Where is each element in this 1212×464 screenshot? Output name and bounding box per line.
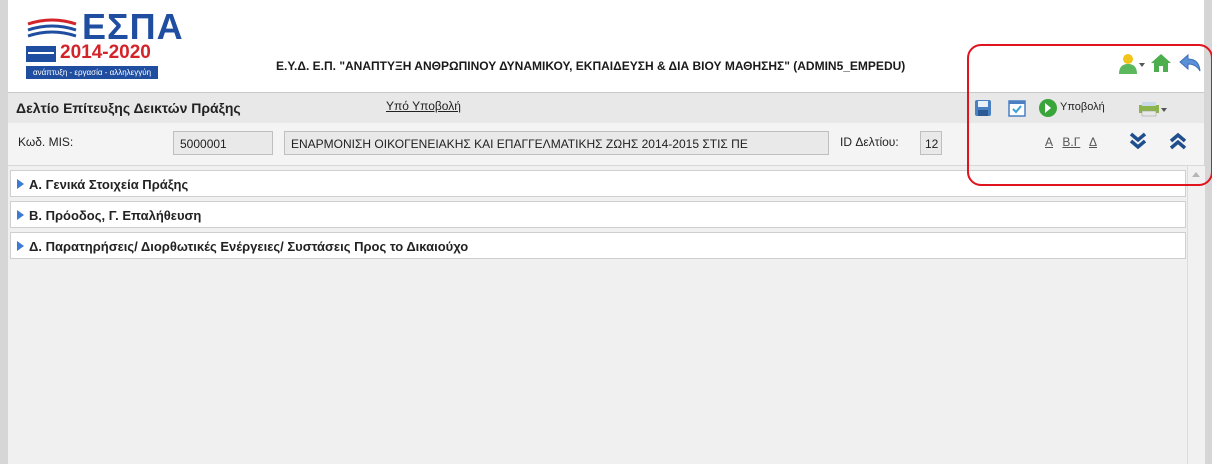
- status-link[interactable]: Υπό Υποβολή: [386, 99, 461, 113]
- project-title-field[interactable]: ΕΝΑΡΜΟΝΙΣΗ ΟΙΚΟΓΕΝΕΙΑΚΗΣ ΚΑΙ ΕΠΑΓΓΕΛΜΑΤΙ…: [284, 131, 829, 155]
- mis-label: Κωδ. MIS:: [18, 135, 74, 149]
- espa-logo: ΕΣΠΑ 2014-2020 ανάπτυξη - εργασία - αλλη…: [24, 6, 183, 86]
- expand-arrow-icon: [17, 179, 24, 189]
- mis-field[interactable]: 5000001: [173, 131, 273, 155]
- logo-tagline: ανάπτυξη - εργασία - αλληλεγγύη: [26, 66, 158, 79]
- program-title: Ε.Υ.Δ. Ε.Π. "ΑΝΑΠΤΥΞΗ ΑΝΘΡΩΠΙΝΟΥ ΔΥΝΑΜΙΚ…: [276, 59, 906, 73]
- expand-arrow-icon: [17, 241, 24, 251]
- left-border: [0, 0, 8, 464]
- section-d-header[interactable]: Δ. Παρατηρήσεις/ Διορθωτικές Ενέργειες/ …: [10, 232, 1186, 259]
- vertical-scrollbar[interactable]: [1187, 166, 1205, 464]
- page-title: Δελτίο Επίτευξης Δεικτών Πράξης: [16, 100, 241, 116]
- eu-flag-icon: [26, 46, 56, 62]
- logo-years: 2014-2020: [60, 42, 151, 63]
- id-label: ID Δελτίου:: [840, 135, 899, 149]
- section-title: Α. Γενικά Στοιχεία Πράξης: [29, 177, 189, 192]
- highlight-annotation: [967, 44, 1212, 186]
- content-area: Α. Γενικά Στοιχεία Πράξης Β. Πρόοδος, Γ.…: [8, 166, 1205, 464]
- section-title: Β. Πρόοδος, Γ. Επαλήθευση: [29, 208, 202, 223]
- expand-arrow-icon: [17, 210, 24, 220]
- section-bg-header[interactable]: Β. Πρόοδος, Γ. Επαλήθευση: [10, 201, 1186, 228]
- section-title: Δ. Παρατηρήσεις/ Διορθωτικές Ενέργειες/ …: [29, 239, 469, 254]
- logo-swoosh-icon: [27, 18, 77, 38]
- id-field[interactable]: 12: [920, 131, 942, 155]
